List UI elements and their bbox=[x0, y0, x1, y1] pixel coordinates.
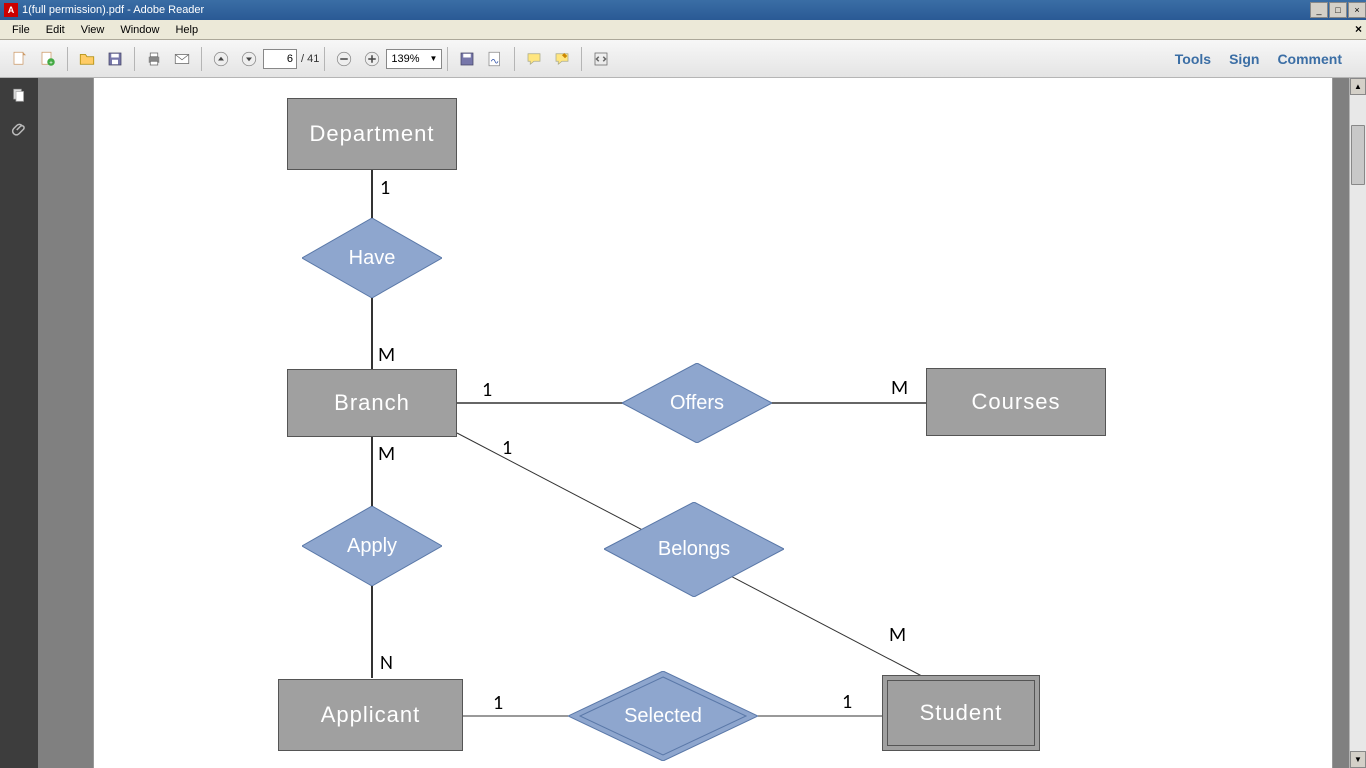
relation-label: Offers bbox=[670, 392, 724, 415]
thumbnails-icon[interactable] bbox=[7, 84, 31, 108]
entity-label: Branch bbox=[334, 390, 410, 416]
title-bar: A 1(full permission).pdf - Adobe Reader … bbox=[0, 0, 1366, 20]
minimize-button[interactable]: _ bbox=[1310, 2, 1328, 18]
relation-apply: Apply bbox=[302, 506, 442, 586]
toolbar-separator bbox=[447, 47, 448, 71]
export-pdf-icon[interactable] bbox=[7, 46, 33, 72]
menu-close-document[interactable]: × bbox=[1355, 22, 1362, 36]
cardinality-offers-courses: M bbox=[891, 376, 908, 400]
scroll-up-icon[interactable]: ▲ bbox=[1350, 78, 1366, 95]
cardinality-apply-applicant: N bbox=[380, 651, 393, 675]
menu-view[interactable]: View bbox=[73, 22, 113, 38]
cardinality-belongs-student: M bbox=[889, 623, 906, 647]
attachments-icon[interactable] bbox=[7, 118, 31, 142]
relation-label: Apply bbox=[347, 535, 397, 558]
zoom-in-icon[interactable] bbox=[359, 46, 385, 72]
read-mode-icon[interactable] bbox=[588, 46, 614, 72]
entity-label: Student bbox=[920, 700, 1003, 726]
entity-label: Department bbox=[310, 121, 435, 147]
email-icon[interactable] bbox=[169, 46, 195, 72]
menu-file[interactable]: File bbox=[4, 22, 38, 38]
open-icon[interactable] bbox=[74, 46, 100, 72]
sign-pdf-icon[interactable] bbox=[482, 46, 508, 72]
toolbar-separator bbox=[514, 47, 515, 71]
entity-department: Department bbox=[287, 98, 457, 170]
cardinality-branch-offers: 1 bbox=[482, 378, 492, 402]
relation-have: Have bbox=[302, 218, 442, 298]
cardinality-applicant-selected: 1 bbox=[493, 691, 503, 715]
app-icon: A bbox=[4, 3, 18, 17]
scroll-track[interactable] bbox=[1350, 95, 1366, 751]
relation-label: Have bbox=[349, 247, 396, 270]
menu-help[interactable]: Help bbox=[167, 22, 206, 38]
sign-link[interactable]: Sign bbox=[1229, 51, 1259, 67]
create-pdf-icon[interactable]: + bbox=[35, 46, 61, 72]
workspace: Department Branch Courses Applicant Stud… bbox=[0, 78, 1366, 768]
cardinality-dept-have: 1 bbox=[380, 176, 390, 200]
comment-link[interactable]: Comment bbox=[1277, 51, 1342, 67]
comment-icon[interactable] bbox=[521, 46, 547, 72]
window-title: 1(full permission).pdf - Adobe Reader bbox=[22, 4, 1309, 16]
highlight-icon[interactable] bbox=[549, 46, 575, 72]
relation-offers: Offers bbox=[622, 363, 772, 443]
side-panel bbox=[0, 78, 38, 768]
entity-courses: Courses bbox=[926, 368, 1106, 436]
toolbar-separator bbox=[201, 47, 202, 71]
save-icon[interactable] bbox=[102, 46, 128, 72]
close-button[interactable]: × bbox=[1348, 2, 1366, 18]
page-down-icon[interactable] bbox=[236, 46, 262, 72]
tools-link[interactable]: Tools bbox=[1175, 51, 1211, 67]
toolbar-separator bbox=[134, 47, 135, 71]
entity-applicant: Applicant bbox=[278, 679, 463, 751]
relation-selected: Selected bbox=[568, 671, 758, 761]
vertical-scrollbar[interactable]: ▲ ▼ bbox=[1349, 78, 1366, 768]
menu-edit[interactable]: Edit bbox=[38, 22, 73, 38]
maximize-button[interactable]: □ bbox=[1329, 2, 1347, 18]
cardinality-have-branch: M bbox=[378, 343, 395, 367]
page-total-label: / 41 bbox=[301, 53, 319, 65]
toolbar-separator bbox=[67, 47, 68, 71]
toolbar-right-links: Tools Sign Comment bbox=[1175, 51, 1360, 67]
svg-text:+: + bbox=[49, 60, 53, 66]
relation-belongs: Belongs bbox=[604, 502, 784, 597]
zoom-value: 139% bbox=[391, 53, 419, 65]
zoom-out-icon[interactable] bbox=[331, 46, 357, 72]
entity-branch: Branch bbox=[287, 369, 457, 437]
scroll-thumb[interactable] bbox=[1351, 125, 1365, 185]
relation-label: Belongs bbox=[658, 538, 730, 561]
cardinality-branch-apply: M bbox=[378, 442, 395, 466]
document-area[interactable]: Department Branch Courses Applicant Stud… bbox=[38, 78, 1349, 768]
entity-label: Courses bbox=[972, 389, 1061, 415]
window-controls: _ □ × bbox=[1309, 2, 1366, 18]
menu-bar: File Edit View Window Help × bbox=[0, 20, 1366, 40]
relation-label: Selected bbox=[624, 705, 702, 728]
toolbar: + / 41 139% ▼ Tools Sign Comment bbox=[0, 40, 1366, 78]
cardinality-selected-student: 1 bbox=[842, 690, 852, 714]
print-icon[interactable] bbox=[141, 46, 167, 72]
pdf-page: Department Branch Courses Applicant Stud… bbox=[93, 78, 1333, 768]
toolbar-separator bbox=[581, 47, 582, 71]
entity-label: Applicant bbox=[321, 702, 421, 728]
scroll-down-icon[interactable]: ▼ bbox=[1350, 751, 1366, 768]
toolbar-separator bbox=[324, 47, 325, 71]
chevron-down-icon: ▼ bbox=[429, 54, 437, 63]
entity-student: Student bbox=[882, 675, 1040, 751]
cardinality-branch-belongs: 1 bbox=[502, 436, 512, 460]
page-number-input[interactable] bbox=[263, 49, 297, 69]
zoom-select[interactable]: 139% ▼ bbox=[386, 49, 442, 69]
page-up-icon[interactable] bbox=[208, 46, 234, 72]
menu-window[interactable]: Window bbox=[112, 22, 167, 38]
save-to-online-icon[interactable] bbox=[454, 46, 480, 72]
